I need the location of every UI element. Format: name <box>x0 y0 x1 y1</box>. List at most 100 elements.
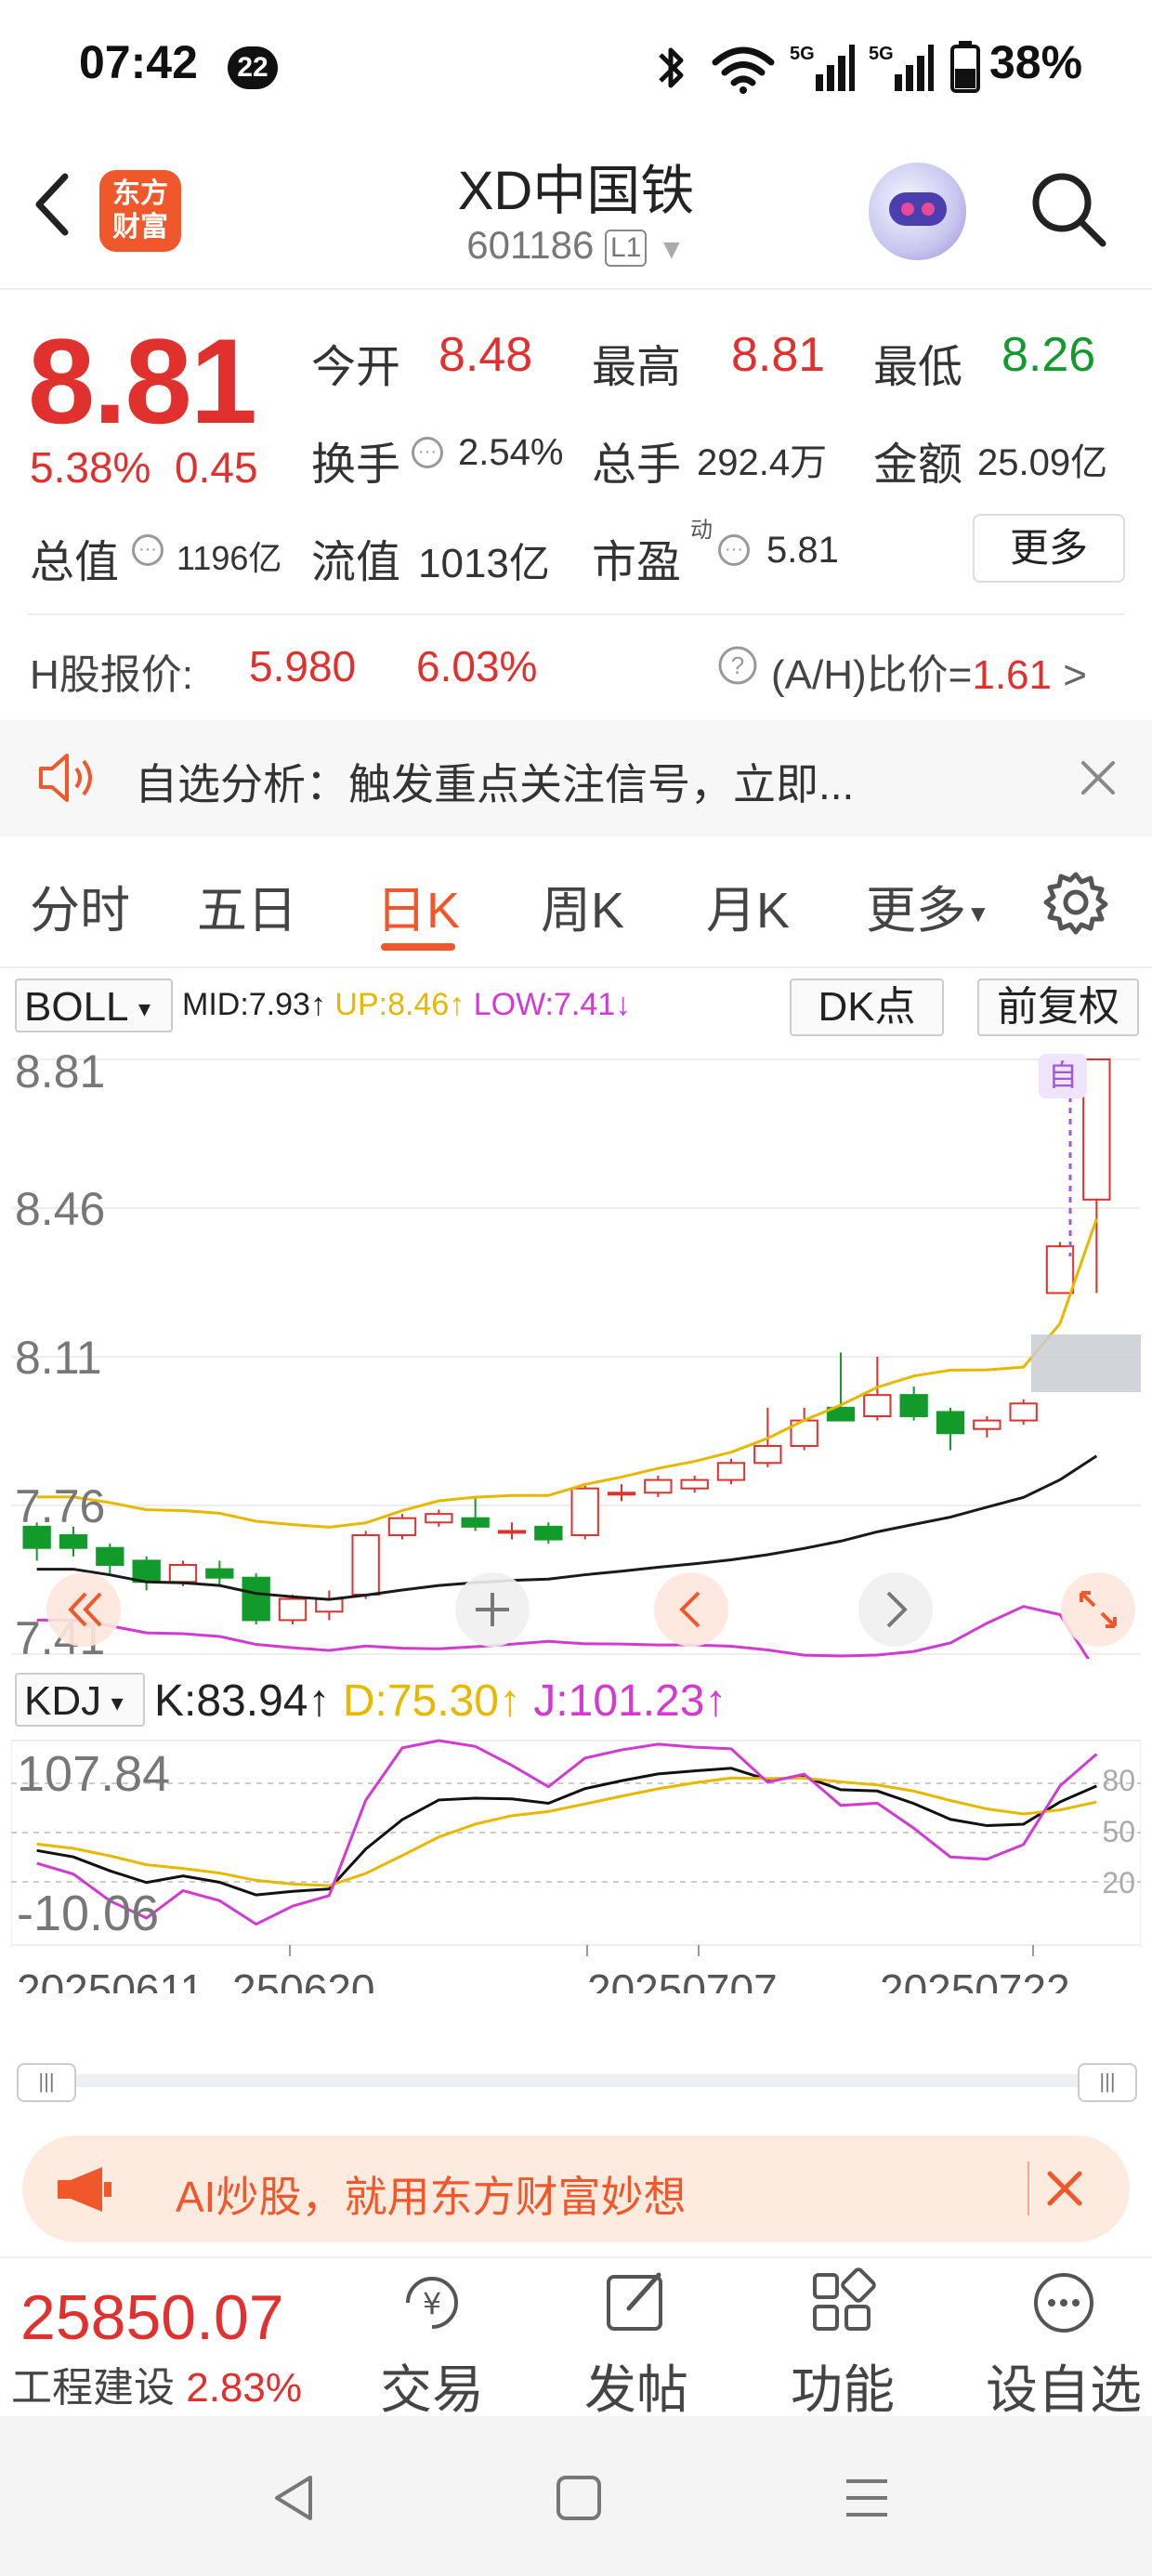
caret-down-icon: ▼ <box>966 900 990 928</box>
dk-point-button[interactable]: DK点 <box>790 979 944 1036</box>
candle-body <box>936 1411 965 1435</box>
kline-chart[interactable]: 8.818.468.117.767.41 自 <box>11 1041 1141 1659</box>
settings-gear-icon[interactable] <box>1042 869 1109 936</box>
kdj-j: J:101.23↑ <box>533 1676 727 1726</box>
search-icon[interactable] <box>1027 167 1110 251</box>
kdj-d: D:75.30↑ <box>342 1676 521 1726</box>
kdj-level-20: 20 <box>1102 1866 1135 1899</box>
price-axis-label: 8.46 <box>15 1183 105 1235</box>
notice-bar[interactable]: 自选分析：触发重点关注信号，立即... <box>0 720 1152 836</box>
signal-5g-icon: 5G <box>790 44 855 91</box>
adjust-button[interactable]: 前复权 <box>977 979 1139 1036</box>
battery-icon <box>950 41 980 93</box>
function-button[interactable]: 功能 <box>773 2266 912 2424</box>
tab-monthly-k[interactable]: 月K <box>706 869 790 942</box>
info-icon[interactable]: ··· <box>132 534 164 566</box>
kdj-select[interactable]: KDJ ▼ <box>15 1673 145 1727</box>
post-label: 发帖 <box>584 2360 688 2419</box>
function-label: 功能 <box>791 2360 895 2419</box>
nav-home-icon[interactable] <box>553 2472 605 2524</box>
more-button[interactable]: 更多 <box>973 514 1125 583</box>
amount-label: 金额 <box>873 440 963 490</box>
prev-button[interactable] <box>654 1572 728 1647</box>
ai-banner[interactable]: AI炒股，就用东方财富妙想 <box>22 2136 1130 2242</box>
post-button[interactable]: 发帖 <box>567 2266 706 2424</box>
volume-label: 总手 <box>592 440 682 490</box>
bluetooth-icon <box>659 47 684 88</box>
level-badge: L1 <box>604 229 648 267</box>
index-name: 工程建设 <box>11 2365 175 2411</box>
candle-body <box>461 1517 490 1528</box>
tab-more[interactable]: 更多▼ <box>866 869 990 942</box>
h-share-label: H股报价: <box>30 652 193 698</box>
trade-button[interactable]: ¥ 交易 <box>362 2266 502 2424</box>
info-icon[interactable]: ··· <box>412 437 443 468</box>
add-watchlist-button[interactable]: 设自选 <box>980 2266 1147 2424</box>
notification-count: 22 <box>228 46 278 89</box>
tab-five-day[interactable]: 五日 <box>197 869 297 942</box>
price-axis-label: 8.81 <box>15 1045 105 1097</box>
h-share-row[interactable]: H股报价: 5.980 6.03% ? (A/H)比价=1.61 > <box>0 613 1152 716</box>
candle-body <box>753 1445 782 1465</box>
tab-daily-k[interactable]: 日K <box>376 869 460 942</box>
speaker-icon <box>39 754 92 802</box>
add-watchlist-label: 设自选 <box>986 2360 1142 2419</box>
fullscreen-button[interactable] <box>1061 1572 1135 1647</box>
candle-body <box>680 1479 709 1490</box>
kdj-chart[interactable]: 107.84 -10.06 80 50 20 20250611 250620 2… <box>11 1733 1141 1993</box>
svg-text:¥: ¥ <box>423 2286 441 2321</box>
zoom-in-button[interactable] <box>455 1572 530 1647</box>
info-icon[interactable]: ··· <box>718 534 750 566</box>
range-handle-left[interactable]: ||| <box>17 2063 76 2102</box>
pe-value: 5.81 <box>766 530 839 571</box>
indicator-select[interactable]: BOLL ▼ <box>15 979 173 1032</box>
kdj-level-50: 50 <box>1102 1815 1135 1848</box>
tab-intraday[interactable]: 分时 <box>30 869 130 942</box>
banner-divider <box>1028 2162 1029 2215</box>
kdj-level-80: 80 <box>1102 1764 1135 1797</box>
candle-body <box>96 1546 124 1567</box>
candle-body <box>351 1534 380 1596</box>
candle-body <box>168 1564 198 1584</box>
open-value: 8.48 <box>439 328 533 382</box>
stock-code[interactable]: 601186 L1 ▼ <box>372 223 780 268</box>
caret-down-icon: ▼ <box>128 997 155 1021</box>
indicator-name: BOLL <box>24 984 129 1030</box>
candle-body <box>973 1419 1001 1430</box>
index-pct: 2.83% <box>186 2365 302 2411</box>
kdj-bottom-label: -10.06 <box>17 1886 159 1941</box>
close-icon[interactable] <box>1044 2168 1085 2209</box>
float-value: 1013亿 <box>418 541 550 586</box>
range-handle-right[interactable]: ||| <box>1078 2063 1137 2102</box>
low-label: 最低 <box>873 343 963 392</box>
candle-body <box>1009 1402 1038 1422</box>
date-label-3: 20250707 <box>587 1965 778 1993</box>
status-time: 07:42 <box>79 36 198 88</box>
boll-mid: MID:7.93↑ <box>182 987 326 1022</box>
nav-back-icon[interactable] <box>269 2472 321 2524</box>
help-icon[interactable]: ? <box>717 645 758 686</box>
yuan-cycle-icon: ¥ <box>406 2277 458 2329</box>
status-bar: 07:42 22 5G 5G 38% <box>0 0 1152 139</box>
divider <box>0 966 1152 968</box>
tab-more-label: 更多 <box>866 883 966 939</box>
close-icon[interactable] <box>1078 757 1119 798</box>
boll-up-line <box>36 1218 1098 1529</box>
change-amount: 0.45 <box>175 443 258 492</box>
candle-body <box>607 1492 636 1496</box>
scroll-left-button[interactable] <box>46 1572 121 1647</box>
high-label: 最高 <box>592 343 682 392</box>
last-price: 8.81 <box>28 313 257 449</box>
back-arrow-icon[interactable] <box>28 167 84 242</box>
next-button[interactable] <box>858 1572 933 1647</box>
index-value[interactable]: 25850.07 <box>20 2281 284 2354</box>
tab-weekly-k[interactable]: 周K <box>541 869 624 942</box>
candle-body <box>315 1597 344 1613</box>
candle-body <box>534 1525 563 1541</box>
index-info[interactable]: 工程建设 2.83% <box>11 2354 302 2413</box>
kdj-values: K:83.94↑ D:75.30↑ J:101.23↑ <box>154 1676 727 1727</box>
robot-avatar[interactable] <box>869 163 966 260</box>
wifi-icon <box>712 46 775 94</box>
nav-menu-icon[interactable] <box>841 2472 893 2524</box>
robot-face-icon <box>889 192 947 226</box>
